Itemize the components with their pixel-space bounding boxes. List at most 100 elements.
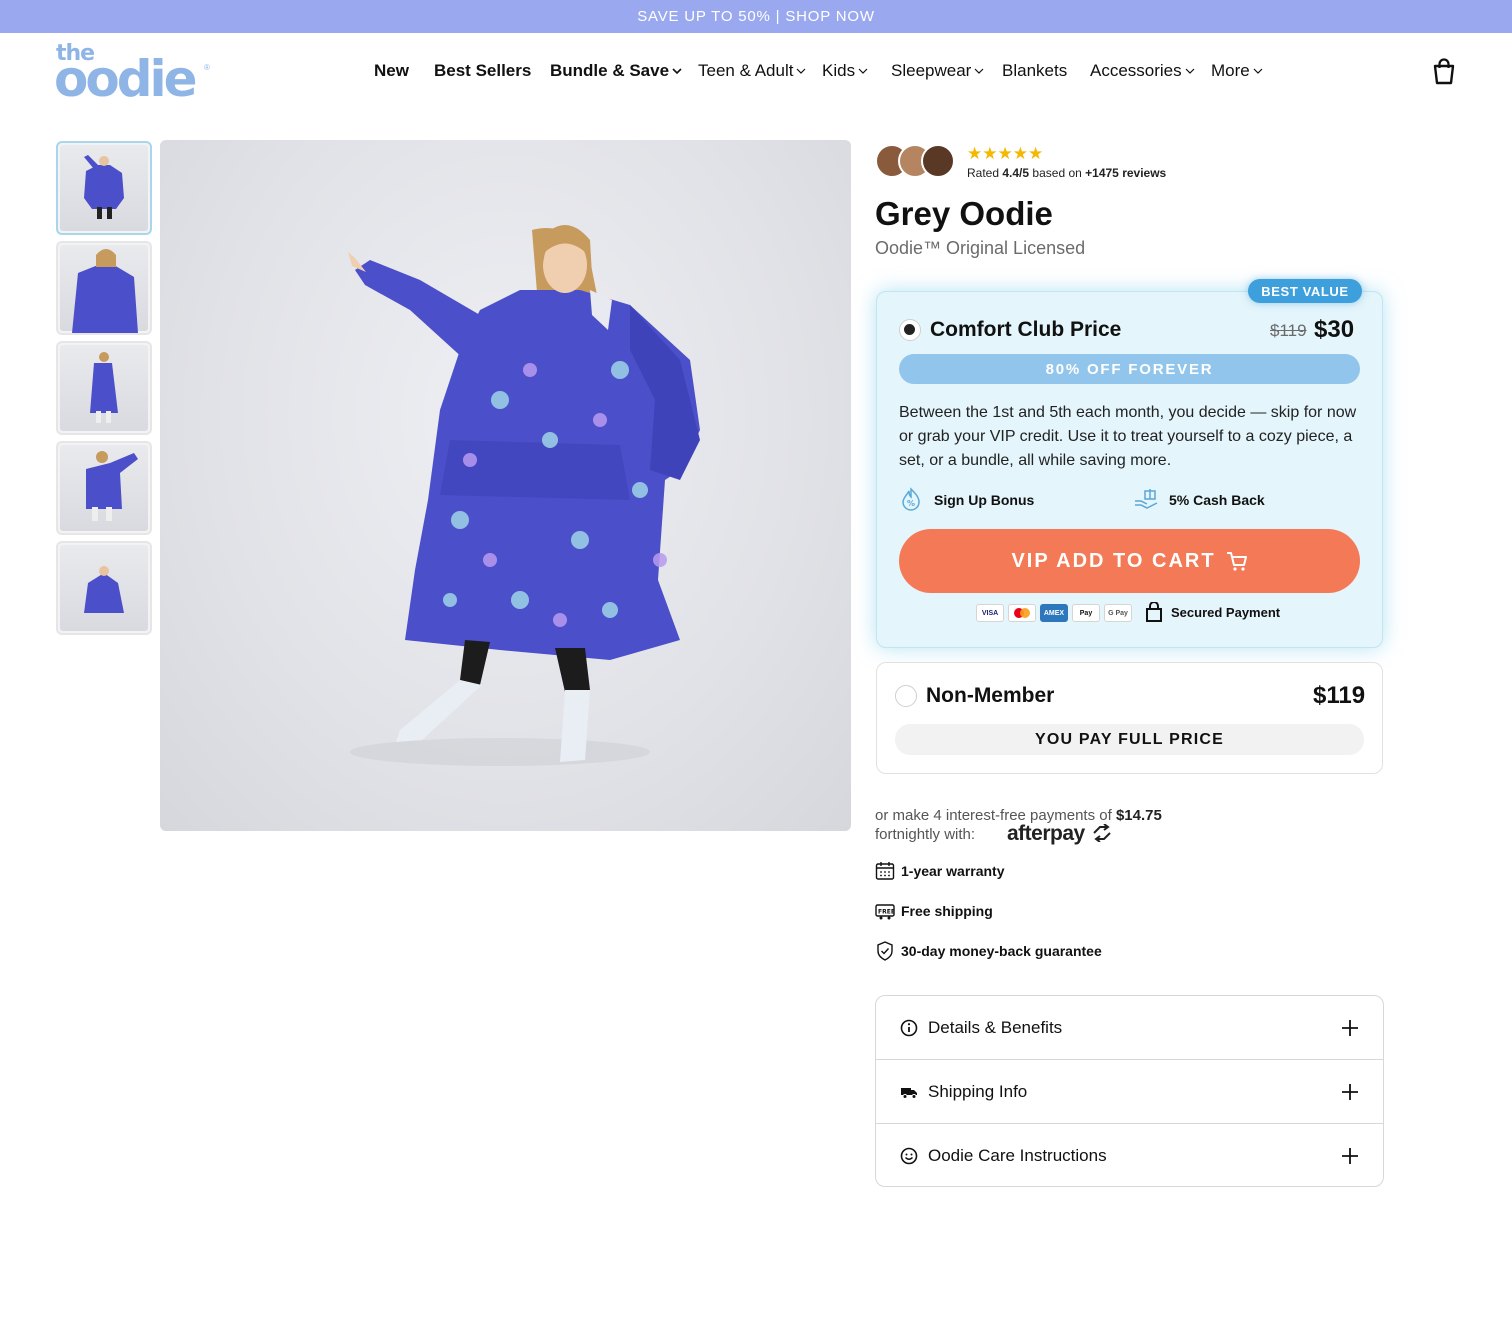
accordion-shipping-info[interactable]: Shipping Info	[876, 1059, 1383, 1123]
chevron-down-icon	[974, 68, 984, 74]
thumbnail-oodie-image	[84, 155, 124, 219]
rating-prefix: Rated	[967, 166, 1000, 180]
full-price-pill: YOU PAY FULL PRICE	[895, 724, 1364, 755]
brand-logo[interactable]: the oodie ®	[54, 41, 210, 107]
product-title: Grey Oodie	[875, 195, 1053, 232]
chevron-down-icon	[797, 68, 806, 74]
feature-free-shipping: FREE Free shipping	[875, 901, 993, 921]
club-price: $30	[1314, 316, 1355, 343]
best-value-badge: BEST VALUE	[1248, 279, 1362, 303]
club-old-price: $119	[1270, 321, 1307, 340]
non-member-option[interactable]	[876, 662, 1383, 774]
avatar	[921, 144, 955, 178]
thumbnail-oodie-image	[90, 352, 118, 423]
cashback-icon	[1135, 489, 1158, 509]
product-thumbnail[interactable]	[56, 441, 152, 535]
accordion-label: Oodie Care Instructions	[928, 1145, 1107, 1165]
afterpay-logo[interactable]: afterpay	[1007, 822, 1114, 846]
rating-mid: based on	[1032, 166, 1082, 180]
thumbnail-oodie-image	[84, 566, 124, 613]
accordion-details-benefits[interactable]: Details & Benefits	[876, 996, 1383, 1060]
promo-banner[interactable]: SAVE UP TO 50% | SHOP NOW	[0, 0, 1512, 33]
review-count: +1475 reviews	[1085, 166, 1167, 180]
product-thumbnail[interactable]	[56, 541, 152, 635]
nav-accessories[interactable]: Accessories	[1090, 61, 1195, 81]
secured-payment: Secured Payment	[1145, 602, 1280, 622]
truck-icon	[901, 1087, 917, 1099]
afterpay-amount: $14.75	[1115, 807, 1162, 824]
nav-sleepwear[interactable]: Sleepwear	[891, 61, 984, 81]
club-radio[interactable]	[899, 319, 921, 341]
afterpay-logo-text: afterpay	[1007, 822, 1085, 845]
product-info-accordion: Details & Benefits Shipping Info Oodie C…	[875, 995, 1384, 1187]
vip-add-to-cart-button[interactable]: VIP ADD TO CART	[899, 529, 1360, 593]
payment-methods: VISA MC AMEX Pay G Pay	[976, 602, 1132, 624]
product-thumbnail[interactable]	[56, 341, 152, 435]
nav-label: Blankets	[1002, 61, 1068, 80]
oodie-model-illustration	[348, 225, 700, 766]
plus-icon[interactable]	[1340, 1146, 1360, 1166]
club-description: Between the 1st and 5th each month, you …	[899, 404, 1357, 469]
perk-label: 5% Cash Back	[1169, 492, 1265, 508]
nav-blankets[interactable]: Blankets	[1002, 61, 1067, 81]
feature-label: 1-year warranty	[901, 863, 1005, 879]
thumbnail-oodie-image	[72, 249, 138, 333]
logo-registered: ®	[204, 63, 210, 72]
product-subtitle: Oodie™ Original Licensed	[875, 238, 1086, 258]
accordion-care-instructions[interactable]: Oodie Care Instructions	[876, 1123, 1383, 1187]
shield-check-icon	[877, 941, 893, 961]
info-icon	[900, 1019, 918, 1037]
promo-text[interactable]: SAVE UP TO 50% | SHOP NOW	[637, 8, 875, 25]
afterpay-arrows-icon	[1093, 823, 1111, 843]
feature-label: 30-day money-back guarantee	[901, 943, 1102, 959]
nav-label: Teen & Adult	[698, 61, 794, 80]
svg-text:%: %	[907, 499, 915, 508]
non-member-radio[interactable]	[895, 685, 917, 707]
feature-money-back: 30-day money-back guarantee	[875, 941, 1102, 961]
nav-label: Kids	[822, 61, 856, 80]
secured-label: Secured Payment	[1171, 604, 1281, 620]
nav-bundle-save[interactable]: Bundle & Save	[550, 61, 682, 81]
perk-cash-back: 5% Cash Back	[1133, 487, 1265, 513]
nav-more[interactable]: More	[1211, 61, 1263, 81]
non-member-price: $119	[1313, 682, 1366, 709]
nav-label: Best Sellers	[434, 61, 532, 80]
product-thumbnail[interactable]	[56, 141, 152, 235]
cta-label: VIP ADD TO CART	[1011, 549, 1216, 572]
nav-label: Bundle & Save	[550, 61, 670, 80]
free-shipping-icon: FREE	[875, 904, 895, 920]
discount-pill: 80% OFF FOREVER	[899, 354, 1360, 384]
product-thumbnail[interactable]	[56, 241, 152, 335]
afterpay-line2: fortnightly with:	[875, 826, 976, 843]
star-rating-icon: ★★★★★	[967, 144, 1044, 163]
amex-icon: AMEX	[1040, 604, 1068, 622]
feature-warranty: 1-year warranty	[875, 861, 1005, 881]
chevron-down-icon	[672, 68, 682, 75]
visa-icon: VISA	[976, 604, 1004, 622]
nav-label: Sleepwear	[891, 61, 972, 80]
reviewer-avatars	[875, 143, 959, 181]
chevron-down-icon	[858, 68, 868, 74]
perk-sign-up-bonus: % Sign Up Bonus	[898, 487, 1034, 513]
nav-new[interactable]: New	[374, 61, 409, 81]
nav-label: Accessories	[1090, 61, 1182, 80]
nav-teen-adult[interactable]: Teen & Adult	[698, 61, 806, 81]
rating-text: Rated 4.4/5 based on +1475 reviews	[967, 166, 1166, 180]
cart-icon	[1226, 552, 1247, 571]
plus-icon[interactable]	[1340, 1082, 1360, 1102]
nav-kids[interactable]: Kids	[822, 61, 868, 81]
nav-best-sellers[interactable]: Best Sellers	[434, 61, 531, 81]
non-member-title: Non-Member	[926, 684, 1055, 707]
feature-label: Free shipping	[901, 903, 993, 919]
chevron-down-icon	[1253, 68, 1263, 74]
calendar-icon	[875, 862, 895, 880]
main-product-image[interactable]	[160, 140, 851, 831]
logo-oodie: oodie	[54, 50, 198, 108]
plus-icon[interactable]	[1340, 1018, 1360, 1038]
shopping-bag-icon[interactable]	[1430, 57, 1458, 85]
lock-bag-icon	[1146, 602, 1162, 622]
club-title: Comfort Club Price	[930, 318, 1122, 341]
site-header: the oodie ® New Best Sellers Bundle & Sa…	[0, 33, 1512, 113]
accordion-label: Details & Benefits	[928, 1018, 1063, 1037]
rating-value: 4.4/5	[1002, 166, 1030, 180]
